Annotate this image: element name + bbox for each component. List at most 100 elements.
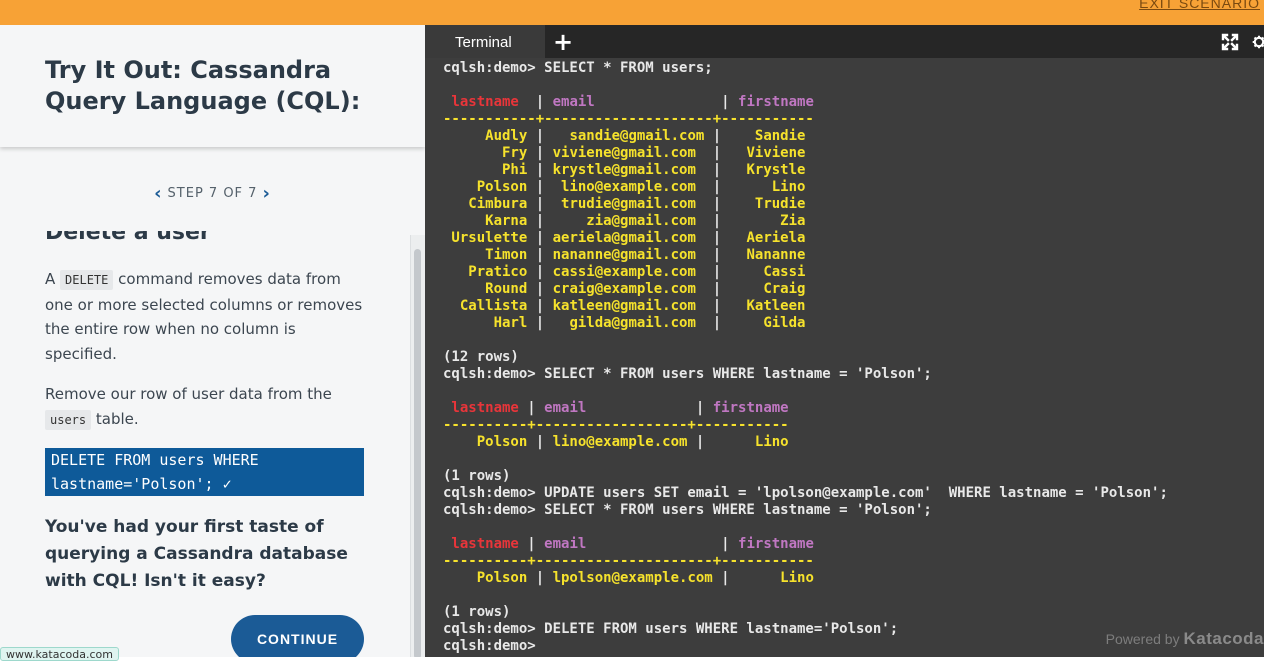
terminal-text: email [552, 94, 713, 110]
exit-scenario-link[interactable]: EXIT SCENARIO [1139, 0, 1260, 11]
fullscreen-icon[interactable] [1221, 33, 1239, 51]
powered-by-label: Powered by [1105, 631, 1180, 647]
terminal-text: trudie@gmail.com [544, 196, 713, 212]
katacoda-url-link[interactable]: www.katacoda.com [0, 647, 119, 661]
terminal-line: Phi | krystle@gmail.com | Krystle [443, 162, 1168, 179]
terminal-line: cqlsh:demo> UPDATE users SET email = 'lp… [443, 485, 1168, 502]
step-heading: Delete a user [45, 231, 211, 245]
terminal-text: lastname [443, 94, 528, 110]
terminal-text: | [527, 400, 545, 416]
terminal-text: zia@gmail.com [544, 213, 713, 229]
terminal-text: Polson [443, 434, 536, 450]
content-scrollbar[interactable] [410, 235, 425, 657]
terminal-text: Timon [443, 247, 536, 263]
terminal-line: Callista | katleen@gmail.com | Katleen [443, 298, 1168, 315]
text-segment: A [45, 270, 61, 288]
terminal-text: craig@example.com [544, 281, 713, 297]
terminal-line: lastname | email | firstname [443, 400, 1168, 417]
katacoda-logo: Katacoda [1183, 629, 1264, 648]
terminal-line: Polson | lpolson@example.com | Lino [443, 570, 1168, 587]
terminal-line [443, 383, 1168, 400]
tab-terminal[interactable]: Terminal [425, 25, 545, 58]
continue-button[interactable]: CONTINUE [231, 615, 364, 657]
terminal-text: | [535, 434, 553, 450]
terminal-text: lpolson@example.com [552, 570, 722, 586]
terminal-text: | [712, 94, 739, 110]
terminal-text: cqlsh:demo> SELECT * FROM users; [443, 60, 713, 76]
terminal-text: cassi@example.com [544, 264, 713, 280]
add-tab-icon[interactable]: + [553, 28, 573, 56]
inline-code: users [45, 409, 92, 430]
terminal-text: aeriela@gmail.com [544, 230, 713, 246]
next-step-icon[interactable]: › [257, 183, 275, 204]
step-navigator: ‹ STEP 7 OF 7 › [0, 183, 425, 204]
terminal-text: firstname [712, 400, 789, 416]
terminal-text: | [712, 230, 722, 246]
step-content: Delete a user A DELETE command removes d… [0, 231, 410, 657]
terminal-text: Viviene [721, 145, 806, 161]
terminal-text: katleen@gmail.com [544, 298, 713, 314]
terminal-text: cqlsh:demo> SELECT * FROM users WHERE la… [443, 366, 932, 382]
step-description: A DELETE command removes data from one o… [45, 267, 365, 366]
terminal-text: | [712, 162, 722, 178]
text-segment: table. [91, 409, 139, 428]
terminal-line: Cimbura | trudie@gmail.com | Trudie [443, 196, 1168, 213]
terminal-text: cqlsh:demo> SELECT * FROM users WHERE la… [443, 502, 932, 518]
terminal-output[interactable]: cqlsh:demo> SELECT * FROM users; lastnam… [425, 58, 1264, 657]
terminal-line: Harl | gilda@gmail.com | Gilda [443, 315, 1168, 332]
terminal-text: | [535, 281, 545, 297]
terminal-line: cqlsh:demo> SELECT * FROM users WHERE la… [443, 366, 1168, 383]
terminal-text: Aeriela [721, 230, 806, 246]
terminal-line: Timon | nananne@gmail.com | Nananne [443, 247, 1168, 264]
terminal-text: Zia [721, 213, 806, 229]
terminal-text: cqlsh:demo> DELETE FROM users WHERE last… [443, 621, 899, 637]
scrollbar-thumb[interactable] [414, 249, 421, 657]
terminal-text: Nananne [721, 247, 806, 263]
terminal-text: lino@example.com [552, 434, 696, 450]
powered-by: Powered by Katacoda [1106, 629, 1264, 649]
terminal-text: Polson [443, 570, 536, 586]
terminal-text: | [712, 213, 722, 229]
terminal-text: Craig [721, 281, 806, 297]
terminal-line: lastname | email | firstname [443, 536, 1168, 553]
terminal-line: lastname | email | firstname [443, 94, 1168, 111]
terminal-text: Cimbura [443, 196, 536, 212]
terminal-text: | [535, 128, 545, 144]
terminal-text: Audly [443, 128, 536, 144]
terminal-text: | [535, 179, 545, 195]
executable-code-block[interactable]: DELETE FROM users WHERE lastname='Polson… [45, 448, 364, 496]
terminal-text: gilda@gmail.com [544, 315, 713, 331]
terminal-text: email [544, 536, 713, 552]
terminal-lines: cqlsh:demo> SELECT * FROM users; lastnam… [443, 60, 1168, 655]
terminal-text: Gilda [721, 315, 806, 331]
terminal-text: | [712, 281, 722, 297]
terminal-text: -----------+--------------------+-------… [443, 111, 814, 127]
terminal-line: Ursulette | aeriela@gmail.com | Aeriela [443, 230, 1168, 247]
terminal-line: (1 rows) [443, 468, 1168, 485]
terminal-text: Karna [443, 213, 536, 229]
terminal-line: Pratico | cassi@example.com | Cassi [443, 264, 1168, 281]
terminal-text: Fry [443, 145, 536, 161]
gear-icon[interactable] [1252, 32, 1264, 52]
terminal-line: (1 rows) [443, 604, 1168, 621]
terminal-text: Lino [721, 179, 806, 195]
terminal-text: Ursulette [443, 230, 536, 246]
terminal-line: Fry | viviene@gmail.com | Viviene [443, 145, 1168, 162]
instructions-panel: Try It Out: Cassandra Query Language (CQ… [0, 25, 425, 657]
terminal-text: ----------+---------------------+-------… [443, 553, 814, 569]
terminal-line [443, 587, 1168, 604]
terminal-text: Lino [729, 570, 814, 586]
terminal-text: | [712, 315, 722, 331]
terminal-text: (1 rows) [443, 604, 511, 620]
terminal-line [443, 77, 1168, 94]
previous-step-icon[interactable]: ‹ [149, 183, 167, 204]
terminal-text: | [535, 196, 545, 212]
terminal-text: viviene@gmail.com [544, 145, 713, 161]
terminal-line: Karna | zia@gmail.com | Zia [443, 213, 1168, 230]
terminal-text: | [535, 264, 545, 280]
terminal-text: Callista [443, 298, 536, 314]
terminal-text: cqlsh:demo> UPDATE users SET email = 'lp… [443, 485, 1168, 501]
